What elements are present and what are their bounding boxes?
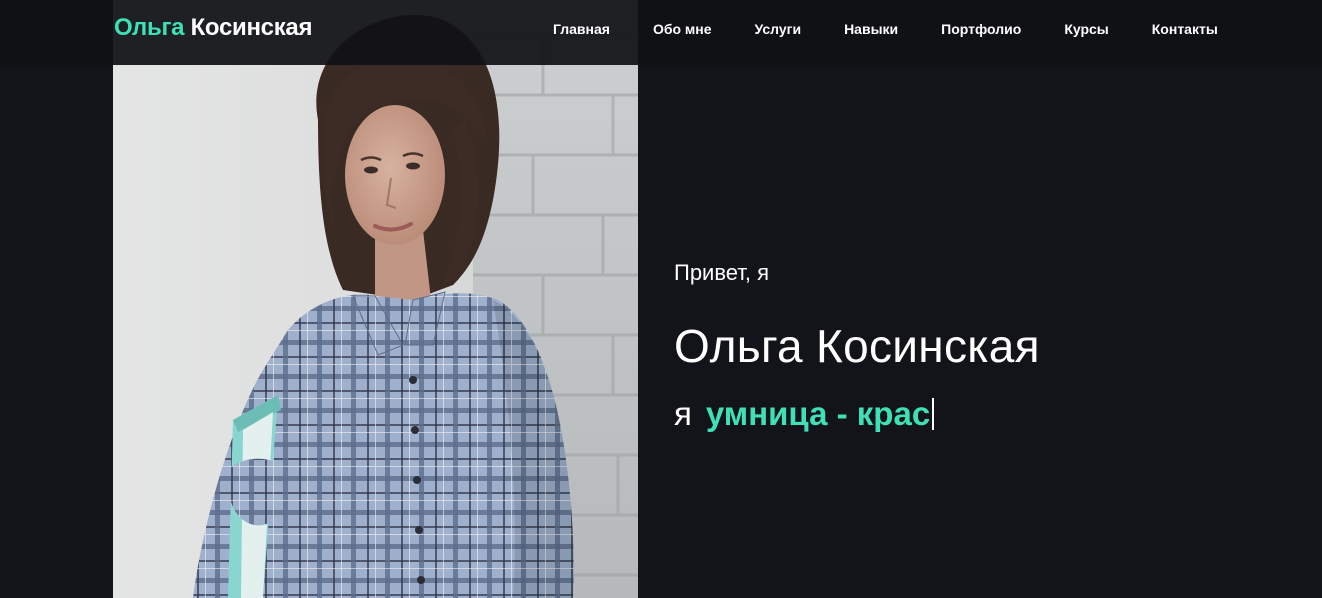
page: Ольга Косинская Главная Обо мне Услуги Н… (0, 0, 1322, 598)
text-caret-icon (932, 398, 935, 430)
nav-link-courses[interactable]: Курсы (1064, 21, 1108, 37)
logo-last-name: Косинская (190, 14, 313, 41)
hero-tagline: я умница - крас (674, 394, 1040, 434)
tagline-prefix: я (674, 395, 692, 432)
logo-first-name: Ольга (114, 14, 185, 41)
nav-link-services[interactable]: Услуги (755, 21, 802, 37)
nav-link-home[interactable]: Главная (553, 21, 610, 37)
portrait-photo (113, 0, 638, 598)
nav-link-skills[interactable]: Навыки (844, 21, 898, 37)
hero-section: Привет, я Ольга Косинская я умница - крас (674, 258, 1040, 434)
main-nav: Главная Обо мне Услуги Навыки Портфолио … (553, 21, 1218, 37)
nav-link-contacts[interactable]: Контакты (1152, 21, 1218, 37)
site-logo[interactable]: Ольга Косинская (114, 14, 312, 42)
nav-link-portfolio[interactable]: Портфолио (941, 21, 1021, 37)
nav-link-about[interactable]: Обо мне (653, 21, 712, 37)
hero-greeting: Привет, я (674, 260, 770, 285)
tagline-typed-text: умница - крас (705, 395, 931, 432)
hero-name: Ольга Косинская (674, 320, 1040, 372)
site-header: Ольга Косинская Главная Обо мне Услуги Н… (0, 0, 1322, 65)
